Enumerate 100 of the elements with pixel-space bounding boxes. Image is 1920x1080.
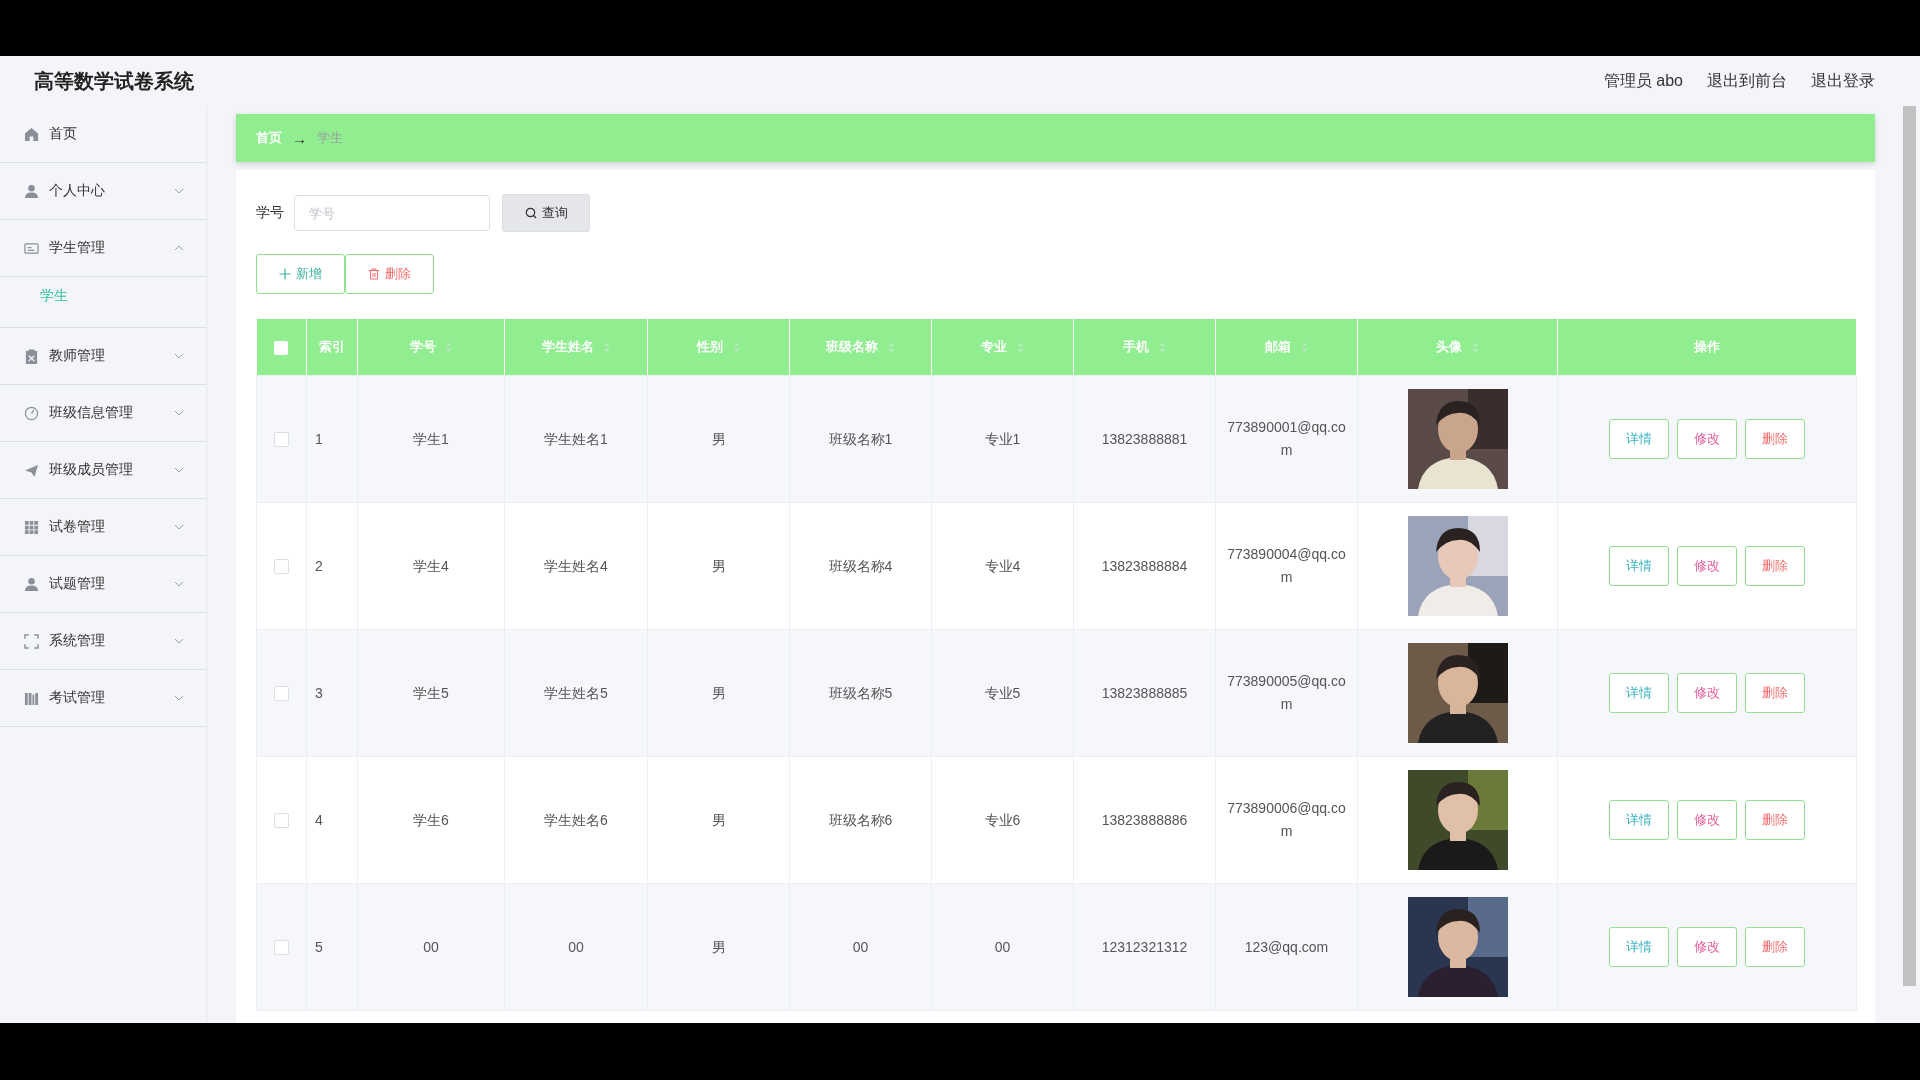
sidebar-item[interactable]: 系统管理 xyxy=(0,613,206,670)
table-cell: 13823888881 xyxy=(1101,430,1188,447)
menu-label: 学生管理 xyxy=(49,239,106,257)
detail-button[interactable]: 详情 xyxy=(1609,927,1669,967)
row-checkbox[interactable] xyxy=(274,432,289,448)
table-cell: 773890005@qq.com xyxy=(1227,673,1346,712)
table-cell: 00 xyxy=(994,938,1011,955)
menu-label: 班级成员管理 xyxy=(49,461,134,479)
grid-icon xyxy=(24,519,39,535)
delete-button[interactable]: 删除 xyxy=(345,254,434,294)
plus-icon xyxy=(279,268,291,280)
table-cell: 学生6 xyxy=(413,811,449,828)
chevron-down-icon xyxy=(174,467,184,473)
sidebar-item[interactable]: 班级成员管理 xyxy=(0,442,206,499)
sort-icon[interactable] xyxy=(1300,342,1308,354)
plane-icon xyxy=(24,462,39,478)
sidebar-item[interactable]: 个人中心 xyxy=(0,163,206,220)
breadcrumb-current: 学生 xyxy=(317,129,343,147)
search-field[interactable]: 学号 xyxy=(294,195,490,231)
sidebar-item[interactable]: 班级信息管理 xyxy=(0,385,206,442)
chevron-down-icon xyxy=(174,524,184,530)
scrollbar[interactable] xyxy=(1903,106,1916,986)
sort-icon[interactable] xyxy=(887,342,895,354)
menu-label: 试卷管理 xyxy=(49,518,106,536)
table-cell: 学生姓名4 xyxy=(544,557,608,574)
sort-icon[interactable] xyxy=(1016,342,1024,354)
sidebar-item[interactable]: 学生管理 xyxy=(0,220,206,277)
sidebar-item[interactable]: 首页 xyxy=(0,106,206,163)
search-icon xyxy=(524,207,537,219)
sidebar-item[interactable]: 试题管理 xyxy=(0,556,206,613)
row-checkbox[interactable] xyxy=(274,813,289,829)
row-checkbox[interactable] xyxy=(274,559,289,575)
table-cell: 班级名称5 xyxy=(828,684,893,701)
trash-icon xyxy=(368,268,380,280)
sidebar-item[interactable]: 教师管理 xyxy=(0,328,206,385)
table-cell: 班级名称1 xyxy=(828,430,893,447)
table-cell: 13823888886 xyxy=(1101,811,1188,828)
sort-icon[interactable] xyxy=(732,342,740,354)
column-header: 操作 xyxy=(1557,319,1857,376)
detail-button[interactable]: 详情 xyxy=(1609,546,1669,586)
add-button[interactable]: 新增 xyxy=(256,254,345,294)
table-cell: 学生4 xyxy=(413,557,449,574)
delete-button[interactable]: 删除 xyxy=(1745,419,1805,459)
edit-button[interactable]: 修改 xyxy=(1677,673,1737,713)
table-cell: 学生姓名1 xyxy=(544,430,608,447)
table-cell: 学生姓名6 xyxy=(544,811,608,828)
sort-icon[interactable] xyxy=(1158,342,1166,354)
header-link[interactable]: 退出到前台 xyxy=(1707,70,1787,92)
table-cell: 13823888884 xyxy=(1101,557,1188,574)
edit-button[interactable]: 修改 xyxy=(1677,927,1737,967)
table-cell: 男 xyxy=(711,811,726,828)
edit-button[interactable]: 修改 xyxy=(1677,800,1737,840)
sort-icon[interactable] xyxy=(445,342,453,354)
table-cell: 00 xyxy=(423,938,439,955)
delete-button[interactable]: 删除 xyxy=(1745,927,1805,967)
menu-label: 考试管理 xyxy=(49,689,106,707)
chevron-down-icon xyxy=(174,188,184,194)
menu-label: 教师管理 xyxy=(49,347,106,365)
search-button[interactable]: 查询 xyxy=(502,194,590,232)
table-cell: 00 xyxy=(568,938,584,955)
submenu-item[interactable]: 学生 xyxy=(0,277,206,328)
table-cell: 123@qq.com xyxy=(1244,938,1329,955)
sort-icon[interactable] xyxy=(1471,342,1479,354)
table-cell: 773890004@qq.com xyxy=(1227,546,1346,585)
detail-button[interactable]: 详情 xyxy=(1609,419,1669,459)
chevron-down-icon xyxy=(174,353,184,359)
row-checkbox[interactable] xyxy=(274,940,289,956)
breadcrumb-separator: → xyxy=(292,129,307,147)
app-title: 高等数学试卷系统 xyxy=(34,68,194,94)
menu-label: 试题管理 xyxy=(49,575,106,593)
sidebar-item[interactable]: 试卷管理 xyxy=(0,499,206,556)
table-cell: 专业4 xyxy=(984,557,1021,574)
detail-button[interactable]: 详情 xyxy=(1609,800,1669,840)
chevron-down-icon xyxy=(174,695,184,701)
card-icon xyxy=(24,240,39,256)
chevron-down-icon xyxy=(174,638,184,644)
gauge-icon xyxy=(24,405,39,421)
select-all-checkbox[interactable] xyxy=(274,340,289,355)
table-cell: 男 xyxy=(711,557,726,574)
detail-button[interactable]: 详情 xyxy=(1609,673,1669,713)
table-cell: 12312321312 xyxy=(1101,938,1188,955)
chevron-down-icon xyxy=(174,581,184,587)
row-checkbox[interactable] xyxy=(274,686,289,702)
home-icon xyxy=(24,126,39,142)
table-cell: 13823888885 xyxy=(1101,684,1188,701)
delete-button[interactable]: 删除 xyxy=(1745,546,1805,586)
edit-button[interactable]: 修改 xyxy=(1677,419,1737,459)
delete-button[interactable]: 删除 xyxy=(1745,800,1805,840)
menu-label: 首页 xyxy=(49,125,78,143)
edit-button[interactable]: 修改 xyxy=(1677,546,1737,586)
book-icon xyxy=(24,690,39,706)
table-cell: 男 xyxy=(711,938,726,955)
header-link[interactable]: 管理员 abo xyxy=(1603,70,1683,92)
table-cell: 男 xyxy=(711,430,726,447)
sort-icon[interactable] xyxy=(603,342,611,354)
chevron-up-icon xyxy=(174,245,184,251)
delete-button[interactable]: 删除 xyxy=(1745,673,1805,713)
table-cell: 1 xyxy=(315,430,323,447)
header-link[interactable]: 退出登录 xyxy=(1811,70,1875,92)
sidebar-item[interactable]: 考试管理 xyxy=(0,670,206,727)
